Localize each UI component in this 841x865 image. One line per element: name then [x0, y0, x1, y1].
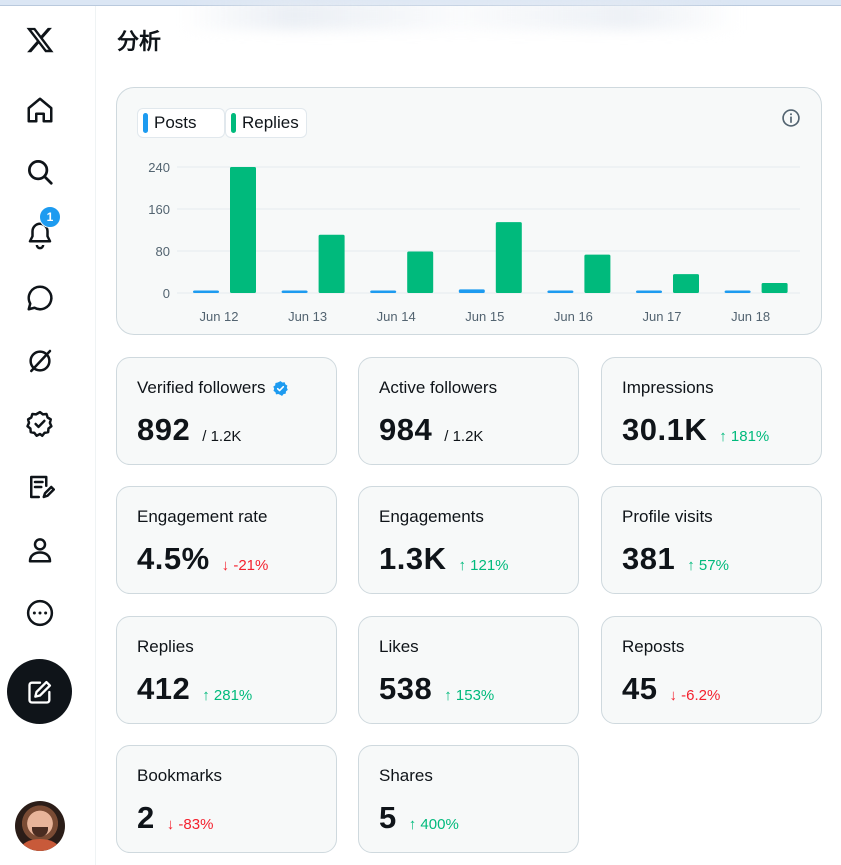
stat-label-text: Engagement rate [137, 507, 268, 526]
bar-posts [370, 290, 397, 293]
verified-icon[interactable] [14, 398, 66, 450]
stat-card-active-followers[interactable]: Active followers 984 / 1.2K [358, 357, 579, 465]
stat-value: 892 [137, 412, 191, 447]
stat-value: 4.5% [137, 541, 210, 576]
activity-chart-card: Posts Replies 0 80 160 240 Jun 12 Jun 13 Jun 1… [116, 87, 822, 335]
stat-label-text: Shares [379, 766, 433, 785]
bar-replies [495, 222, 522, 293]
stat-card-shares[interactable]: Shares 5 ↑ 400% [358, 745, 579, 853]
account-avatar[interactable] [15, 801, 65, 851]
stat-change: ↑ 400% [408, 816, 459, 833]
compose-icon [27, 680, 51, 704]
stat-card-impressions[interactable]: Impressions 30.1K ↑ 181% [601, 357, 822, 465]
lists-icon[interactable] [14, 461, 66, 513]
stat-change: ↑ 281% [202, 687, 253, 704]
notification-count-badge: 1 [39, 206, 61, 228]
y-tick-label: 240 [148, 160, 170, 175]
stat-label: Active followers [379, 378, 497, 398]
stat-change: ↓ -21% [221, 557, 269, 574]
stat-label: Profile visits [622, 507, 713, 527]
stat-value: 5 [379, 800, 397, 835]
y-tick-label: 0 [163, 286, 170, 301]
bar-posts [547, 290, 574, 293]
stat-value: 381 [622, 541, 676, 576]
stat-label-text: Engagements [379, 507, 484, 526]
stat-label: Likes [379, 637, 419, 657]
x-tick-label: Jun 12 [199, 309, 238, 324]
x-tick-label: Jun 18 [731, 309, 770, 324]
stat-card-replies[interactable]: Replies 412 ↑ 281% [116, 616, 337, 724]
home-icon[interactable] [14, 84, 66, 136]
stat-card-verified-followers[interactable]: Verified followers 892 / 1.2K [116, 357, 337, 465]
stat-value: 30.1K [622, 412, 708, 447]
stat-change: ↓ -83% [166, 816, 214, 833]
stat-label-text: Bookmarks [137, 766, 223, 785]
compose-post-button[interactable] [7, 659, 72, 724]
stat-card-engagement-rate[interactable]: Engagement rate 4.5% ↓ -21% [116, 486, 337, 594]
y-tick-label: 160 [148, 202, 170, 217]
stat-label-text: Verified followers [137, 378, 266, 397]
x-tick-label: Jun 17 [642, 309, 681, 324]
bar-replies [230, 167, 256, 293]
stat-value: 412 [137, 671, 191, 706]
x-logo-icon[interactable] [14, 14, 66, 66]
bar-posts [458, 289, 485, 293]
bar-posts [281, 290, 308, 293]
x-tick-label: Jun 16 [554, 309, 593, 324]
bar-replies [407, 251, 434, 293]
stat-total: / 1.2K [444, 428, 484, 445]
stat-change: ↑ 57% [687, 557, 729, 574]
stat-change: ↓ -6.2% [669, 687, 721, 704]
bar-replies [673, 274, 699, 293]
stat-value: 538 [379, 671, 433, 706]
x-tick-label: Jun 15 [465, 309, 504, 324]
search-icon[interactable] [14, 146, 66, 198]
bar-replies [318, 234, 345, 293]
stat-card-bookmarks[interactable]: Bookmarks 2 ↓ -83% [116, 745, 337, 853]
stat-total: / 1.2K [202, 428, 242, 445]
stat-card-engagements[interactable]: Engagements 1.3K ↑ 121% [358, 486, 579, 594]
bar-chart: 0 80 160 240 Jun 12 Jun 13 Jun 14 Jun 15 Jun 16 J… [148, 160, 800, 324]
messages-icon[interactable] [14, 272, 66, 324]
y-tick-label: 80 [156, 244, 170, 259]
stat-label-text: Impressions [622, 378, 714, 397]
stat-label: Bookmarks [137, 766, 222, 786]
more-icon[interactable] [14, 587, 66, 639]
blurred-header-strip [180, 0, 740, 30]
stat-value: 2 [137, 800, 155, 835]
bar-posts [724, 290, 751, 293]
bar-posts [636, 290, 662, 293]
bar-replies [584, 254, 611, 293]
stat-label: Impressions [622, 378, 714, 398]
sidebar [0, 6, 96, 865]
page-title: 分析 [117, 30, 162, 55]
stat-label-text: Active followers [379, 378, 498, 397]
bar-replies [761, 283, 788, 293]
stat-change: ↑ 153% [444, 687, 495, 704]
stat-label-text: Reposts [622, 637, 685, 656]
stat-label: Replies [137, 637, 194, 657]
stat-value: 984 [379, 412, 433, 447]
x-tick-label: Jun 13 [288, 309, 327, 324]
verified-badge-icon [272, 380, 288, 396]
stat-card-reposts[interactable]: Reposts 45 ↓ -6.2% [601, 616, 822, 724]
stat-change: ↑ 181% [719, 428, 770, 445]
stat-label: Shares [379, 766, 433, 786]
stat-value: 45 [622, 671, 658, 706]
stat-label: Engagement rate [137, 507, 267, 527]
stat-label-text: Likes [379, 637, 419, 656]
stat-value: 1.3K [379, 541, 447, 576]
bar-posts [193, 290, 219, 293]
stat-change: ↑ 121% [458, 557, 509, 574]
stat-card-likes[interactable]: Likes 538 ↑ 153% [358, 616, 579, 724]
stat-label: Engagements [379, 507, 484, 527]
grok-icon[interactable] [14, 335, 66, 387]
profile-icon[interactable] [14, 524, 66, 576]
stat-label-text: Replies [137, 637, 194, 656]
stat-card-profile-visits[interactable]: Profile visits 381 ↑ 57% [601, 486, 822, 594]
stat-label-text: Profile visits [622, 507, 713, 526]
stat-label: Reposts [622, 637, 684, 657]
x-tick-label: Jun 14 [377, 309, 416, 324]
stat-label: Verified followers [137, 378, 289, 398]
